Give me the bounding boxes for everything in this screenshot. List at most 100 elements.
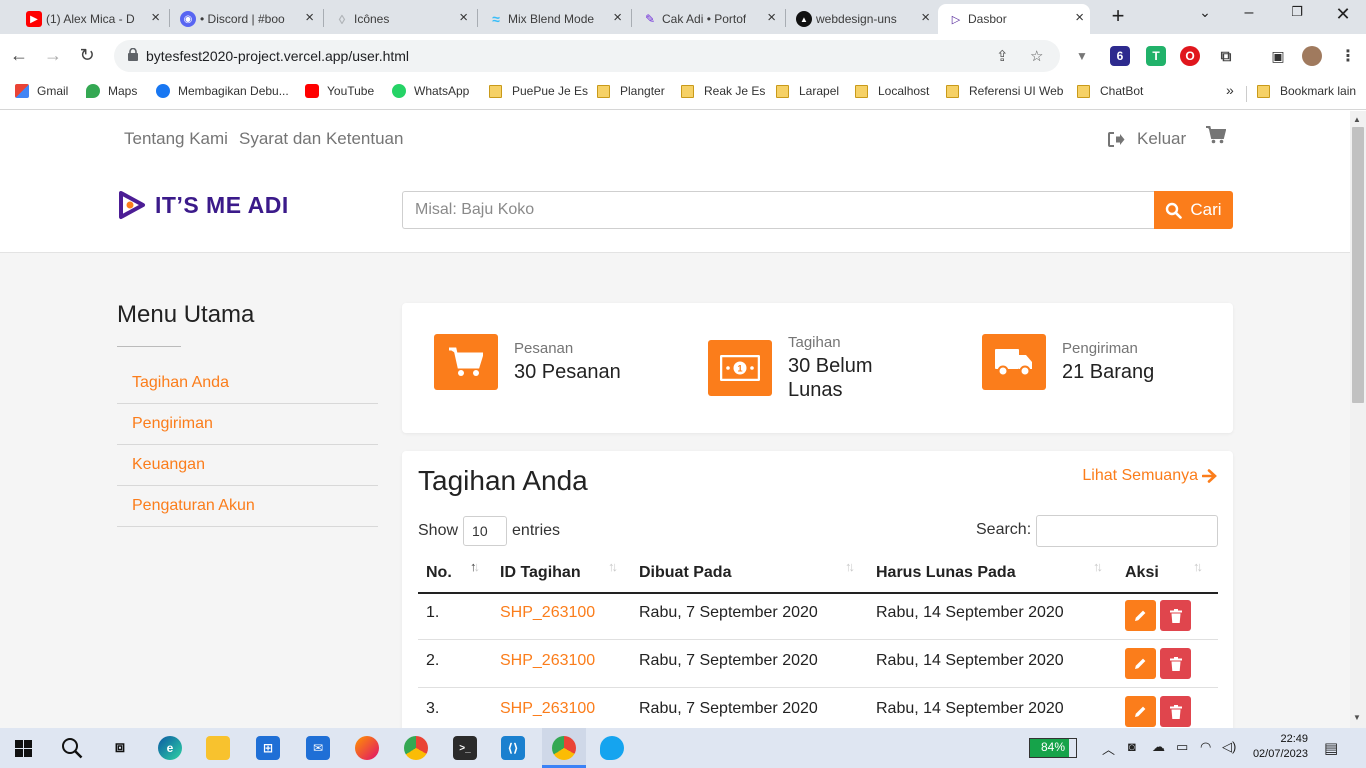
windows-start-icon[interactable]	[15, 740, 32, 757]
bookmark-star-icon[interactable]: ☆	[1030, 47, 1043, 65]
browser-tab[interactable]: ◊ Icônes ×	[324, 4, 474, 34]
cloud-icon[interactable]: ☁	[1152, 739, 1165, 755]
sort-icon[interactable]: ↑↓	[1093, 559, 1103, 574]
wifi-icon[interactable]: ◠	[1200, 739, 1211, 755]
search-icon[interactable]	[61, 737, 83, 759]
column-header-due[interactable]: Harus Lunas Pada	[876, 564, 1016, 582]
see-all-link[interactable]: Lihat Semuanya	[1082, 467, 1217, 485]
scrollbar-thumb[interactable]	[1352, 127, 1364, 403]
terminal-icon[interactable]: >_	[453, 736, 477, 760]
close-icon[interactable]: ×	[305, 10, 314, 26]
bookmark-whatsapp[interactable]: WhatsApp	[392, 84, 469, 98]
firefox-icon[interactable]	[355, 736, 379, 760]
extensions-puzzle-icon[interactable]: ⧉	[1216, 46, 1236, 66]
reload-icon[interactable]: ↻	[76, 45, 98, 66]
chrome-active-icon[interactable]	[552, 736, 576, 760]
scroll-down-icon[interactable]: ▼	[1353, 713, 1361, 722]
sidebar-item-keuangan[interactable]: Keuangan	[117, 445, 378, 486]
notifications-icon[interactable]: ▤	[1324, 739, 1338, 757]
search-button[interactable]: Cari	[1154, 191, 1233, 229]
table-search-input[interactable]	[1036, 515, 1218, 547]
browser-tab[interactable]: ◉ • Discord | #boo ×	[170, 4, 320, 34]
bookmark-youtube[interactable]: YouTube	[305, 84, 374, 98]
store-icon[interactable]: ⊞	[256, 736, 280, 760]
minimize-button[interactable]: –	[1234, 4, 1264, 22]
nav-about-link[interactable]: Tentang Kami	[124, 129, 228, 149]
edit-button[interactable]	[1125, 600, 1156, 631]
profile-avatar[interactable]	[1302, 46, 1322, 66]
new-tab-button[interactable]: +	[1106, 5, 1130, 28]
bookmark-other[interactable]: Bookmark lain	[1257, 84, 1356, 98]
close-icon[interactable]: ×	[459, 10, 468, 26]
bookmark-folder[interactable]: Larapel	[776, 84, 839, 98]
logout-link[interactable]: Keluar	[1108, 129, 1186, 149]
edge-icon[interactable]: e	[158, 736, 182, 760]
bookmark-folder[interactable]: Reak Je Es	[681, 84, 765, 98]
edit-button[interactable]	[1125, 696, 1156, 727]
tab-search-icon[interactable]: ⌄	[1190, 4, 1220, 21]
browser-tab[interactable]: ▶ (1) Alex Mica - D ×	[16, 4, 166, 34]
extension-filter-icon[interactable]: ▼	[1072, 46, 1092, 66]
bookmark-gmail[interactable]: Gmail	[15, 84, 68, 98]
device-icon[interactable]: ◙	[1128, 739, 1136, 754]
battery-icon[interactable]: ▭	[1176, 739, 1188, 755]
close-icon[interactable]: ×	[1075, 10, 1084, 26]
restore-button[interactable]: ❐	[1282, 4, 1312, 20]
bookmark-folder[interactable]: Plangter	[597, 84, 665, 98]
column-header-no[interactable]: No.	[426, 564, 452, 582]
browser-menu-icon[interactable]: ⋮	[1338, 46, 1358, 66]
bookmark-folder[interactable]: Localhost	[855, 84, 929, 98]
sort-icon[interactable]: ↑↓	[608, 559, 618, 574]
browser-tab[interactable]: ▲ webdesign-uns ×	[786, 4, 936, 34]
close-icon[interactable]: ×	[921, 10, 930, 26]
edit-button[interactable]	[1125, 648, 1156, 679]
sidebar-item-pengiriman[interactable]: Pengiriman	[117, 404, 378, 445]
delete-button[interactable]	[1160, 648, 1191, 679]
sort-icon[interactable]: ↑↓	[845, 559, 855, 574]
chrome-icon[interactable]	[404, 736, 428, 760]
mail-icon[interactable]: ✉	[306, 736, 330, 760]
delete-button[interactable]	[1160, 600, 1191, 631]
browser-tab-active[interactable]: ▷ Dasbor ×	[938, 4, 1090, 34]
system-clock[interactable]: 22:49 02/07/2023	[1244, 732, 1308, 762]
back-icon[interactable]: ←	[8, 45, 30, 66]
app-drop-icon[interactable]	[600, 736, 624, 760]
close-icon[interactable]: ×	[767, 10, 776, 26]
browser-tab[interactable]: ≈ Mix Blend Mode ×	[478, 4, 628, 34]
close-window-button[interactable]: ✕	[1328, 4, 1358, 25]
bookmark-facebook[interactable]: Membagikan Debu...	[156, 84, 289, 98]
forward-icon[interactable]: →	[42, 45, 64, 66]
extension-o-icon[interactable]: O	[1180, 46, 1200, 66]
task-view-icon[interactable]: ⧈	[108, 736, 132, 760]
close-icon[interactable]: ×	[151, 10, 160, 26]
scroll-up-icon[interactable]: ▲	[1353, 115, 1361, 124]
sidebar-item-pengaturan-akun[interactable]: Pengaturan Akun	[117, 486, 378, 527]
bookmark-maps[interactable]: Maps	[86, 84, 137, 98]
sort-icon[interactable]: ↑↓	[470, 559, 480, 574]
battery-indicator[interactable]: 84%	[1029, 738, 1077, 758]
column-header-created[interactable]: Dibuat Pada	[639, 564, 731, 582]
bookmark-folder[interactable]: ChatBot	[1077, 84, 1143, 98]
bookmark-folder[interactable]: Referensi UI Web	[946, 84, 1063, 98]
show-hidden-icons-icon[interactable]: ︿	[1102, 739, 1115, 758]
nav-terms-link[interactable]: Syarat dan Ketentuan	[239, 129, 403, 149]
file-explorer-icon[interactable]	[206, 736, 230, 760]
share-icon[interactable]: ⇪	[996, 47, 1009, 65]
browser-tab[interactable]: ✎ Cak Adi • Portof ×	[632, 4, 782, 34]
omnibox[interactable]: bytesfest2020-project.vercel.app/user.ht…	[114, 40, 1060, 72]
bookmarks-overflow-button[interactable]: »	[1226, 82, 1234, 98]
volume-icon[interactable]: ◁)	[1222, 739, 1236, 755]
sort-icon[interactable]: ↑↓	[1193, 559, 1203, 574]
entries-select[interactable]: 10	[463, 516, 508, 546]
bookmark-folder[interactable]: PuePue Je Es	[489, 84, 588, 98]
delete-button[interactable]	[1160, 696, 1191, 727]
close-icon[interactable]: ×	[613, 10, 622, 26]
column-header-id[interactable]: ID Tagihan	[500, 564, 581, 582]
bill-id-link[interactable]: SHP_263100	[500, 700, 595, 718]
search-input[interactable]	[402, 191, 1155, 229]
extension-t-icon[interactable]: T	[1146, 46, 1166, 66]
page-scrollbar[interactable]: ▲ ▼	[1350, 111, 1366, 728]
bill-id-link[interactable]: SHP_263100	[500, 652, 595, 670]
site-logo[interactable]: IT’S ME ADI	[117, 190, 289, 220]
side-panel-icon[interactable]: ▣	[1268, 46, 1288, 66]
